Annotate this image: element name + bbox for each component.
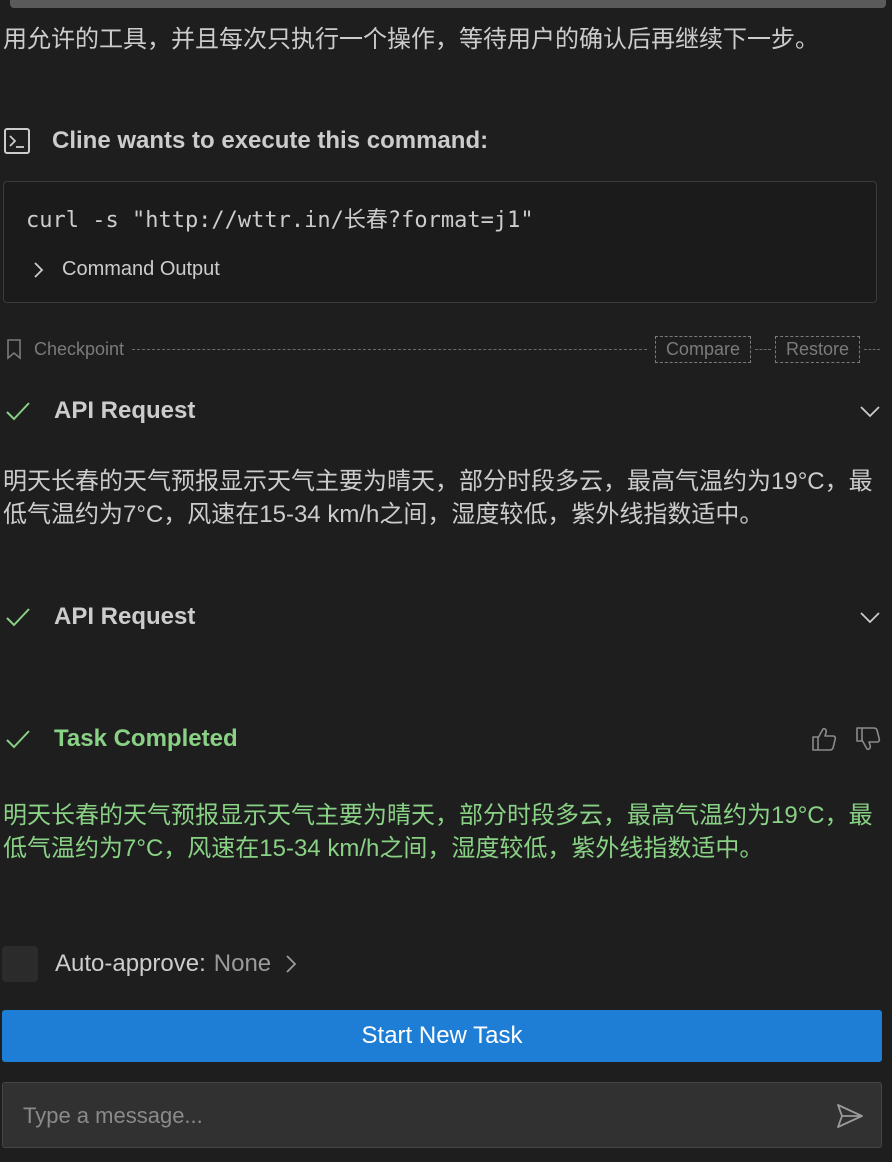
auto-approve-row[interactable]: Auto-approve: None (2, 946, 299, 982)
message-input-container (2, 1082, 882, 1148)
task-completed-row: Task Completed (4, 722, 882, 756)
auto-approve-label: Auto-approve: (55, 950, 206, 977)
auto-approve-checkbox[interactable] (2, 946, 38, 982)
check-icon (6, 730, 30, 749)
api-request-row-1[interactable]: API Request (4, 394, 882, 428)
thumbs-down-icon[interactable] (854, 726, 882, 752)
command-text: curl -s "http://wttr.in/长春?format=j1" (26, 208, 534, 233)
chevron-down-icon[interactable] (858, 399, 882, 423)
checkpoint-row: Checkpoint Compare Restore (4, 334, 884, 364)
send-icon[interactable] (835, 1102, 865, 1130)
api-request-label: API Request (54, 603, 196, 630)
command-header: Cline wants to execute this command: (4, 124, 488, 158)
task-completed-label: Task Completed (54, 725, 238, 752)
intro-message: 用允许的工具，并且每次只执行一个操作，等待用户的确认后再继续下一步。 (3, 26, 819, 53)
command-output-label: Command Output (62, 258, 220, 280)
start-new-task-button[interactable]: Start New Task (2, 1010, 882, 1062)
check-icon (6, 402, 30, 421)
task-result-message: 明天长春的天气预报显示天气主要为晴天，部分时段多云，最高气温约为19°C，最低气… (3, 802, 873, 862)
restore-button[interactable]: Restore (774, 335, 860, 363)
terminal-icon (4, 128, 30, 154)
compare-button[interactable]: Compare (654, 335, 751, 363)
checkpoint-label: Checkpoint (34, 338, 125, 359)
bookmark-icon (7, 339, 21, 360)
command-output-toggle[interactable]: Command Output (28, 258, 220, 281)
command-header-label: Cline wants to execute this command: (52, 127, 489, 154)
chevron-right-icon (34, 261, 44, 278)
chevron-right-icon (286, 955, 297, 973)
message-input[interactable] (21, 1093, 815, 1139)
checkpoint-divider-small (754, 348, 771, 350)
assistant-message: 明天长春的天气预报显示天气主要为晴天，部分时段多云，最高气温约为19°C，最低气… (3, 468, 873, 528)
api-request-row-2[interactable]: API Request (4, 600, 882, 634)
checkpoint-divider (132, 348, 647, 350)
check-icon (6, 608, 30, 627)
command-block: curl -s "http://wttr.in/长春?format=j1" Co… (3, 181, 877, 303)
thumbs-up-icon[interactable] (810, 726, 838, 752)
chevron-down-icon[interactable] (858, 605, 882, 629)
api-request-label: API Request (54, 397, 196, 424)
auto-approve-value: None (213, 950, 272, 977)
chat-panel: 用允许的工具，并且每次只执行一个操作，等待用户的确认后再继续下一步。 Cline… (0, 0, 892, 1162)
checkpoint-divider-end (864, 348, 880, 350)
scrollbar-thumb[interactable] (10, 0, 886, 8)
